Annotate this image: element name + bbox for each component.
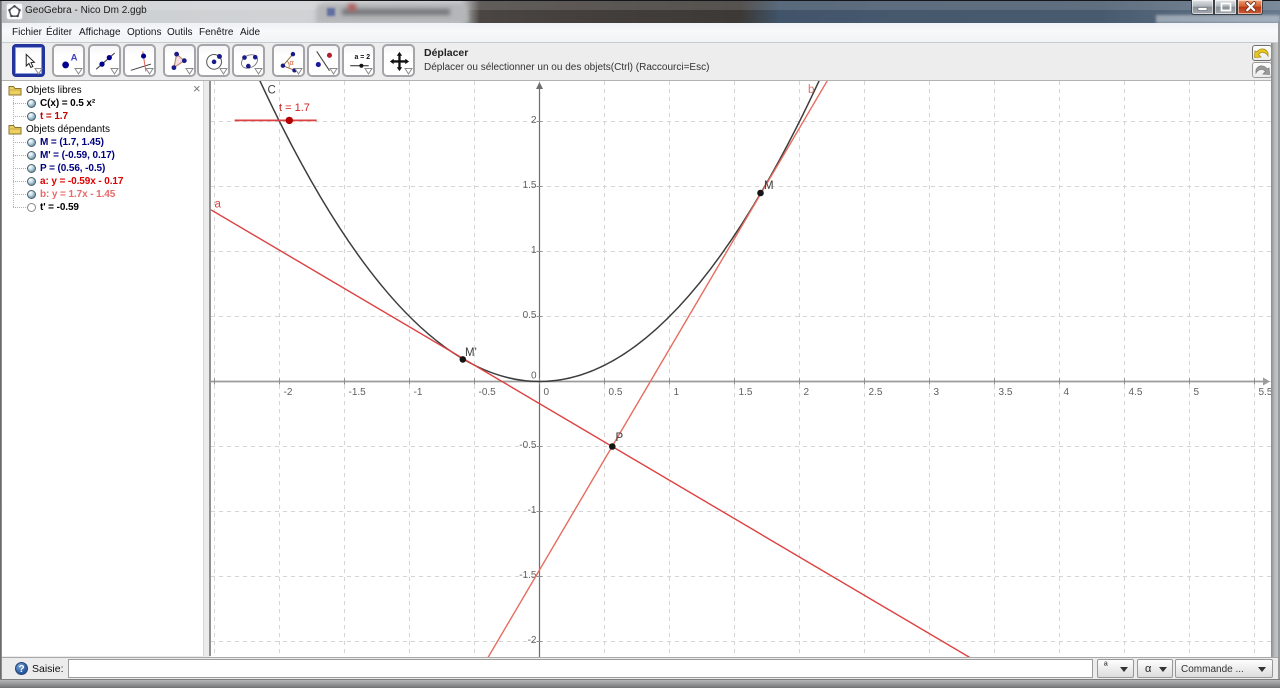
svg-text:0.5: 0.5 <box>523 310 537 321</box>
svg-text:5: 5 <box>1194 387 1200 398</box>
svg-text:P: P <box>616 432 624 444</box>
svg-text:3: 3 <box>934 387 940 398</box>
svg-text:1.5: 1.5 <box>523 180 537 191</box>
svg-text:-0.5: -0.5 <box>519 440 537 451</box>
svg-text:5.5: 5.5 <box>1259 387 1272 398</box>
svg-text:2.5: 2.5 <box>869 387 883 398</box>
svg-text:1: 1 <box>674 387 680 398</box>
svg-text:-0.5: -0.5 <box>479 387 497 398</box>
svg-text:M': M' <box>465 347 477 359</box>
svg-text:4.5: 4.5 <box>1129 387 1143 398</box>
svg-text:2: 2 <box>531 115 537 126</box>
svg-text:t = 1.7: t = 1.7 <box>279 102 310 114</box>
svg-text:A: A <box>71 52 78 63</box>
svg-text:2: 2 <box>804 387 810 398</box>
svg-text:-2: -2 <box>528 635 537 646</box>
svg-text:0: 0 <box>544 387 550 398</box>
svg-text:-2: -2 <box>284 387 293 398</box>
svg-text:-1.5: -1.5 <box>349 387 367 398</box>
svg-text:-1: -1 <box>414 387 423 398</box>
svg-text:b: b <box>808 84 814 96</box>
svg-text:3.5: 3.5 <box>999 387 1013 398</box>
svg-text:a: a <box>215 199 222 211</box>
svg-text:M: M <box>764 180 774 192</box>
svg-text:0.5: 0.5 <box>609 387 623 398</box>
svg-text:1.5: 1.5 <box>739 387 753 398</box>
svg-text:4: 4 <box>1064 387 1070 398</box>
svg-text:1: 1 <box>531 245 537 256</box>
svg-text:-1: -1 <box>528 505 537 516</box>
svg-text:α: α <box>289 58 294 67</box>
svg-text:C: C <box>268 85 276 97</box>
svg-text:0: 0 <box>531 371 537 382</box>
svg-text:a = 2: a = 2 <box>354 54 370 61</box>
